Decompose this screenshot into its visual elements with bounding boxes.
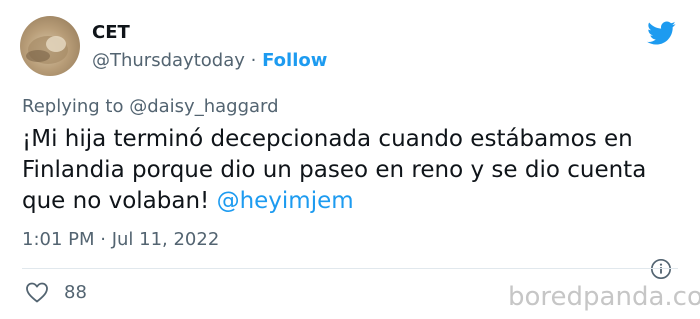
avatar[interactable] <box>20 16 80 76</box>
twitter-bird-icon[interactable] <box>644 18 678 48</box>
follow-button[interactable]: Follow <box>262 50 327 71</box>
heart-icon[interactable] <box>25 281 49 303</box>
separator: · <box>250 50 257 71</box>
like-count: 88 <box>64 282 87 303</box>
tweet-text: ¡Mi hija terminó decepcionada cuando est… <box>22 124 672 217</box>
divider <box>22 268 678 269</box>
tweet-text-line: ¡Mi hija terminó decepcionada cuando est… <box>22 126 633 152</box>
tweet-mention-link[interactable]: @heyimjem <box>217 188 354 214</box>
timestamp[interactable]: 1:01 PM · Jul 11, 2022 <box>22 229 219 250</box>
replying-prefix: Replying to <box>22 96 124 117</box>
handle-row: @Thursdaytoday · Follow <box>92 50 327 71</box>
author-handle[interactable]: @Thursdaytoday <box>92 50 245 71</box>
replying-to: Replying to @daisy_haggard <box>22 96 279 117</box>
watermark: boredpanda.com <box>508 282 700 312</box>
replying-mention[interactable]: @daisy_haggard <box>129 96 278 117</box>
tweet-text-line: Finlandia porque dio un paseo en reno y … <box>22 157 647 183</box>
author-name[interactable]: CET <box>92 22 130 43</box>
info-icon[interactable] <box>650 258 672 280</box>
tweet-text-line: que no volaban! <box>22 188 210 214</box>
